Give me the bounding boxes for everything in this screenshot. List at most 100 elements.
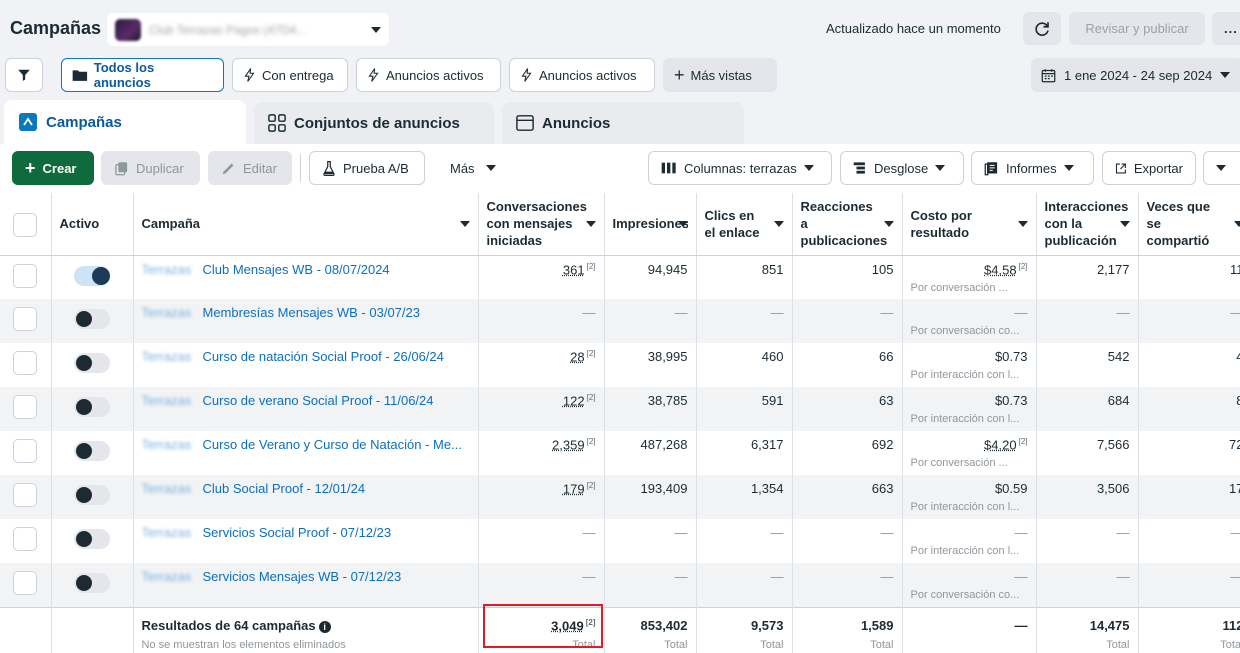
campaign-link[interactable]: Curso de verano Social Proof - 11/06/24: [203, 393, 434, 408]
delivery-toggle[interactable]: [74, 353, 110, 373]
cell-link-clicks: —: [696, 519, 793, 563]
cell-conversations-value: —: [582, 305, 596, 320]
table-row[interactable]: Terrazas Curso de natación Social Proof -…: [0, 343, 1240, 387]
row-checkbox[interactable]: [13, 351, 38, 375]
col-active[interactable]: Activo: [51, 193, 134, 256]
table-row[interactable]: Terrazas Curso de Verano y Curso de Natac…: [0, 431, 1240, 475]
col-shares[interactable]: Veces que se compartió: [1138, 193, 1240, 256]
campaign-link[interactable]: Curso de natación Social Proof - 26/06/2…: [203, 349, 444, 364]
export-button[interactable]: Exportar: [1102, 151, 1196, 185]
table-row[interactable]: Terrazas Membresías Mensajes WB - 03/07/2…: [0, 299, 1240, 343]
more-actions-button[interactable]: Más: [437, 151, 509, 185]
cell-interactions-value: 2,177: [1096, 261, 1130, 277]
cell-shares-value: —: [1231, 569, 1240, 584]
export-options-button[interactable]: [1203, 151, 1240, 185]
campaign-link[interactable]: Club Social Proof - 12/01/24: [203, 481, 366, 496]
refresh-button[interactable]: [1023, 12, 1061, 45]
ab-test-button[interactable]: Prueba A/B: [309, 151, 425, 185]
row-checkbox[interactable]: [13, 307, 38, 331]
campaign-link[interactable]: Club Mensajes WB - 08/07/2024: [203, 262, 390, 277]
breakdown-button[interactable]: Desglose: [840, 151, 964, 185]
delivery-toggle[interactable]: [74, 573, 110, 593]
cell-conversations-value[interactable]: 28: [570, 349, 584, 364]
delivery-toggle[interactable]: [74, 441, 110, 461]
table-row[interactable]: Terrazas Servicios Social Proof - 07/12/2…: [0, 519, 1240, 563]
cell-cost-per-result: — Por conversación co...: [902, 299, 1037, 343]
date-range-picker[interactable]: 1 ene 2024 - 24 sep 2024: [1031, 58, 1240, 92]
cell-shares: —: [1138, 519, 1240, 563]
filter-button[interactable]: [5, 58, 43, 92]
edit-button[interactable]: Editar: [208, 151, 292, 185]
row-checkbox[interactable]: [13, 395, 38, 419]
cell-link-clicks: 851: [696, 255, 793, 299]
tab-adsets[interactable]: Conjuntos de anuncios: [254, 102, 494, 144]
campaign-link[interactable]: Curso de Verano y Curso de Natación - Me…: [203, 437, 462, 452]
cell-conversations-value[interactable]: 122: [563, 393, 585, 408]
col-campaign[interactable]: Campaña: [133, 193, 479, 256]
duplicate-button[interactable]: Duplicar: [101, 151, 200, 185]
plus-icon: +: [674, 65, 685, 85]
chevron-down-icon[interactable]: [459, 221, 470, 227]
campaign-link[interactable]: Servicios Mensajes WB - 07/12/23: [203, 569, 402, 584]
account-selector[interactable]: Club Terrazas Pagos (47D4...: [107, 13, 389, 46]
chevron-down-icon[interactable]: [1017, 221, 1028, 227]
col-conversations[interactable]: Conversaciones con mensajes iniciadas: [478, 193, 605, 256]
review-publish-button[interactable]: Revisar y publicar: [1069, 12, 1205, 45]
delivery-toggle[interactable]: [74, 485, 110, 505]
chevron-down-icon[interactable]: [585, 221, 596, 227]
chevron-down-icon[interactable]: [677, 221, 688, 227]
col-link-clicks[interactable]: Clics en el enlace: [696, 193, 793, 256]
select-all-checkbox[interactable]: [13, 212, 38, 237]
cost-result-type: Por conversación co...: [910, 325, 1020, 337]
table-row[interactable]: Terrazas Club Mensajes WB - 08/07/2024 361…: [0, 255, 1240, 299]
cell-cost-value[interactable]: $4.20: [984, 437, 1017, 452]
table-row[interactable]: Terrazas Club Social Proof - 12/01/24 179[…: [0, 475, 1240, 519]
info-icon[interactable]: i: [318, 620, 331, 633]
filter-delivering[interactable]: Con entrega: [232, 58, 348, 92]
footnote-marker: [2]: [585, 617, 596, 627]
col-reactions[interactable]: Reacciones a publicaciones: [792, 193, 903, 256]
col-cost-per-result-label: Costo por resultado: [910, 207, 972, 240]
filter-delivering-label: Con entrega: [262, 67, 334, 83]
cell-reactions: 663: [792, 475, 903, 519]
row-checkbox[interactable]: [13, 527, 38, 551]
delivery-toggle[interactable]: [74, 265, 110, 286]
row-checkbox[interactable]: [13, 571, 38, 595]
chevron-down-icon[interactable]: [773, 221, 784, 227]
row-checkbox[interactable]: [13, 263, 38, 288]
filter-bar: Todos los anuncios Con entrega Anuncios …: [0, 56, 1240, 96]
table-row[interactable]: Terrazas Servicios Mensajes WB - 07/12/23…: [0, 563, 1240, 607]
cell-conversations-value[interactable]: 361: [563, 262, 585, 277]
row-checkbox[interactable]: [13, 483, 38, 507]
col-cost-per-result[interactable]: Costo por resultado: [902, 193, 1037, 256]
delivery-toggle[interactable]: [74, 397, 110, 417]
tab-campaigns[interactable]: Campañas: [4, 100, 246, 144]
filter-active-ads-1[interactable]: Anuncios activos: [356, 58, 501, 92]
tab-ads-label: Anuncios: [542, 114, 611, 132]
create-button[interactable]: + Crear: [12, 151, 94, 185]
reports-button[interactable]: Informes: [971, 151, 1094, 185]
campaign-link[interactable]: Servicios Social Proof - 07/12/23: [203, 525, 392, 540]
filter-active-ads-2[interactable]: Anuncios activos: [509, 58, 655, 92]
filter-active-ads-2-label: Anuncios activos: [539, 67, 637, 83]
columns-button[interactable]: Columnas: terrazas: [648, 151, 832, 185]
filter-all-ads[interactable]: Todos los anuncios: [61, 58, 224, 92]
campaign-link[interactable]: Membresías Mensajes WB - 03/07/23: [203, 305, 420, 320]
chevron-down-icon[interactable]: [883, 221, 894, 227]
delivery-toggle[interactable]: [74, 529, 110, 549]
chevron-down-icon[interactable]: [1233, 221, 1240, 227]
cell-cost-value[interactable]: $4.58: [984, 262, 1017, 277]
col-impressions[interactable]: Impresiones: [604, 193, 697, 256]
row-select-cell: [0, 431, 52, 475]
more-options-button[interactable]: ...: [1212, 12, 1240, 45]
delivery-toggle[interactable]: [74, 309, 110, 329]
table-row[interactable]: Terrazas Curso de verano Social Proof - 1…: [0, 387, 1240, 431]
cell-conversations-value[interactable]: 2,359: [552, 437, 585, 452]
chevron-down-icon[interactable]: [1119, 221, 1130, 227]
cell-conversations-value[interactable]: 179: [563, 481, 585, 496]
tab-ads[interactable]: Anuncios: [502, 102, 744, 144]
col-interactions[interactable]: Interacciones con la publicación: [1036, 193, 1139, 256]
row-checkbox[interactable]: [13, 439, 38, 463]
more-views-button[interactable]: + Más vistas: [663, 58, 777, 92]
chevron-down-icon: [1063, 165, 1074, 171]
